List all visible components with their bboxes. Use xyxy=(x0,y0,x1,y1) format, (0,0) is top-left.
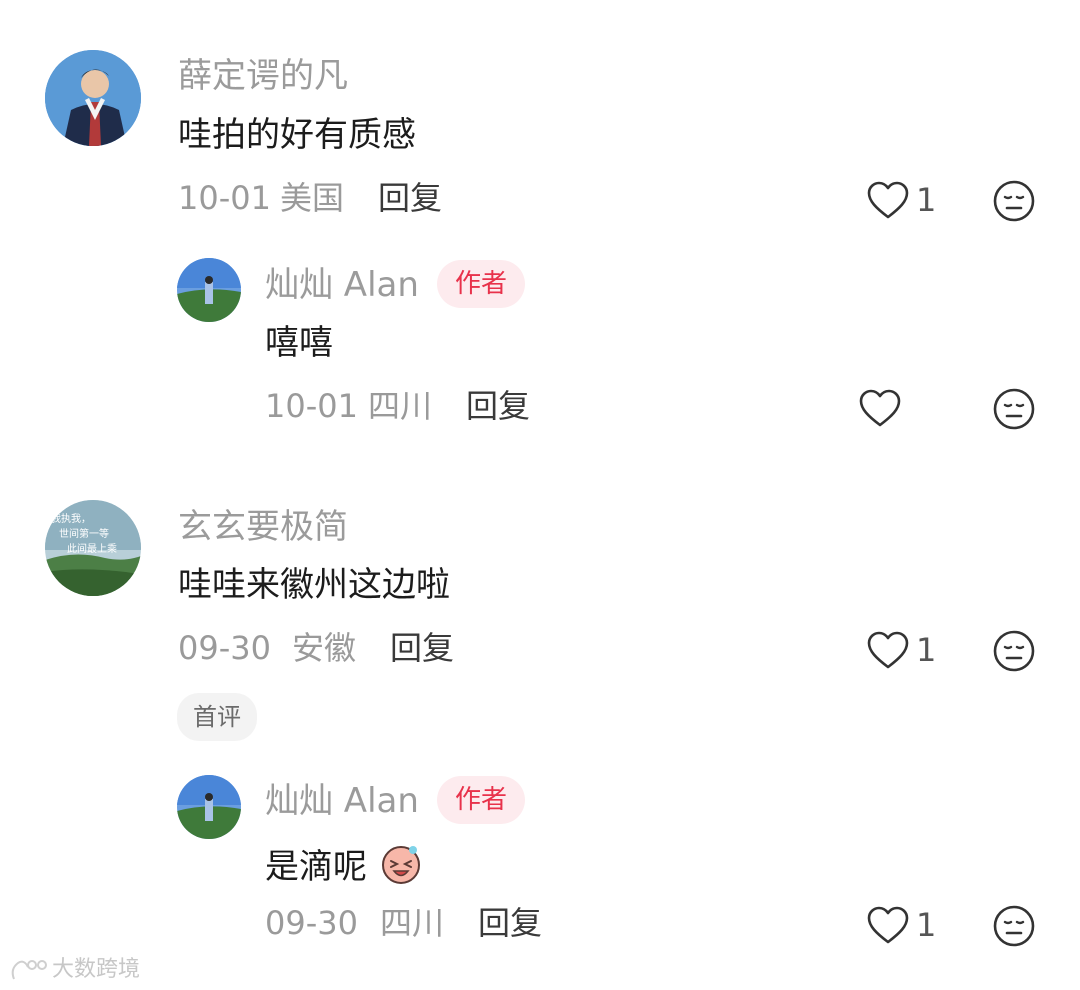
heart-icon[interactable] xyxy=(866,905,910,945)
avatar[interactable] xyxy=(45,50,141,146)
reply-date: 09-30 xyxy=(265,904,358,942)
svg-text:此间最上乘: 此间最上乘 xyxy=(67,542,117,555)
watermark-logo-icon xyxy=(11,960,47,980)
reply-username[interactable]: 灿灿 Alan xyxy=(265,265,419,305)
svg-text:世间第一等: 世间第一等 xyxy=(59,527,109,540)
dislike-face-icon[interactable] xyxy=(992,904,1036,948)
author-badge: 作者 xyxy=(437,776,526,824)
svg-text:我执我，: 我执我， xyxy=(51,512,91,525)
comment-date: 10-01 xyxy=(178,179,271,217)
avatar[interactable]: 我执我， 世间第一等 此间最上乘 xyxy=(45,500,141,596)
comment-text: 哇拍的好有质感 xyxy=(178,115,416,155)
comment-text: 哇哇来徽州这边啦 xyxy=(178,565,450,605)
first-comment-badge: 首评 xyxy=(177,693,257,741)
author-badge: 作者 xyxy=(437,260,526,308)
reply-text: 是滴呢 xyxy=(265,840,424,887)
reply-button[interactable]: 回复 xyxy=(478,903,542,943)
like-count: 1 xyxy=(916,181,937,219)
comment-username[interactable]: 玄玄要极简 xyxy=(178,507,348,547)
user-photo-icon xyxy=(45,50,141,146)
reply-date: 10-01 xyxy=(265,387,358,425)
user-photo-icon xyxy=(177,258,241,322)
heart-icon[interactable] xyxy=(866,180,910,220)
reply-location: 四川 xyxy=(368,387,433,425)
reply-button[interactable]: 回复 xyxy=(390,628,454,668)
comment-location: 安徽 xyxy=(292,629,357,667)
reply-location: 四川 xyxy=(380,904,445,942)
comment-location: 美国 xyxy=(280,179,345,217)
avatar[interactable] xyxy=(177,775,241,839)
heart-icon[interactable] xyxy=(858,388,902,428)
comment-date: 09-30 xyxy=(178,629,271,667)
user-photo-icon: 我执我， 世间第一等 此间最上乘 xyxy=(45,500,141,596)
user-photo-icon xyxy=(177,775,241,839)
reply-button[interactable]: 回复 xyxy=(378,178,442,218)
dislike-face-icon[interactable] xyxy=(992,629,1036,673)
laughing-sticker-icon xyxy=(381,846,420,884)
avatar[interactable] xyxy=(177,258,241,322)
like-count: 1 xyxy=(916,906,937,944)
like-count: 1 xyxy=(916,631,937,669)
reply-button[interactable]: 回复 xyxy=(466,386,530,426)
watermark-text: 大数跨境 xyxy=(52,957,141,982)
dislike-face-icon[interactable] xyxy=(992,387,1036,431)
heart-icon[interactable] xyxy=(866,630,910,670)
reply-username[interactable]: 灿灿 Alan xyxy=(265,781,419,821)
reply-text-value: 是滴呢 xyxy=(265,847,367,887)
reply-text: 嘻嘻 xyxy=(265,323,333,363)
comment-username[interactable]: 薛定谔的凡 xyxy=(178,56,348,96)
dislike-face-icon[interactable] xyxy=(992,179,1036,223)
